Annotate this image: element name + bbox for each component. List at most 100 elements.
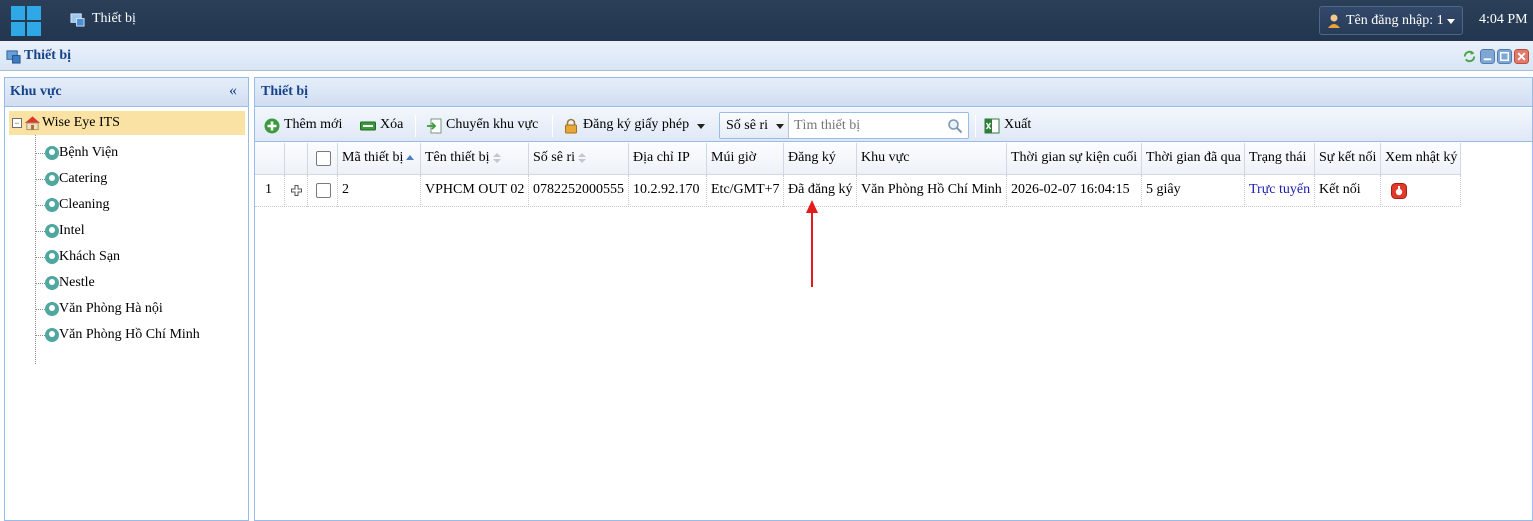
windows-logo-icon[interactable]: [11, 6, 41, 36]
tree-item-vp-ha-noi[interactable]: Văn Phòng Hà nội: [35, 297, 245, 321]
cell-timezone: Etc/GMT+7: [711, 182, 780, 197]
cell-id: 2: [342, 182, 349, 197]
col-header-id[interactable]: Mã thiết bị: [338, 143, 421, 175]
clock: 4:04 PM: [1479, 12, 1528, 27]
tree-collapse-icon[interactable]: −: [12, 118, 22, 128]
refresh-icon[interactable]: [1462, 49, 1477, 64]
tree-item-intel[interactable]: Intel: [35, 219, 245, 243]
cell-elapsed: 5 giây: [1146, 182, 1181, 197]
device-icon: [6, 50, 21, 64]
col-header-expand: [285, 143, 308, 175]
col-header-registration[interactable]: Đăng ký: [784, 143, 857, 175]
tree-item-label: Catering: [59, 171, 108, 186]
col-header-status[interactable]: Trạng thái: [1245, 143, 1315, 175]
cell-registration: Đã đăng ký: [788, 182, 853, 197]
tree-item-label: Cleaning: [59, 197, 110, 212]
sort-asc-icon: [406, 154, 415, 160]
tree-item-cleaning[interactable]: Cleaning: [35, 193, 245, 217]
export-button[interactable]: Xuất: [984, 117, 1036, 135]
tree-item-label: Nestle: [59, 275, 95, 290]
col-header-elapsed[interactable]: Thời gian đã qua: [1142, 143, 1245, 175]
lock-icon: [565, 118, 577, 134]
minimize-icon[interactable]: [1480, 49, 1495, 64]
delete-button[interactable]: Xóa: [360, 117, 408, 135]
taskbar-app-title[interactable]: Thiết bị: [92, 11, 136, 27]
col-header-timezone[interactable]: Múi giờ: [707, 143, 784, 175]
device-panel-header: Thiết bị: [255, 78, 1532, 107]
cell-serial: 0782252000555: [533, 182, 624, 197]
move-area-button[interactable]: Chuyển khu vực: [426, 117, 544, 135]
taskbar: Thiết bị Tên đăng nhập: 1 4:04 PM: [0, 0, 1533, 41]
device-toolbar: Thêm mới Xóa Chuyển khu vực Đăng ký giấy…: [255, 108, 1532, 142]
grid-header: Mã thiết bị Tên thiết bị Số sê ri Địa ch…: [255, 143, 1461, 175]
add-button[interactable]: Thêm mới: [264, 117, 348, 135]
add-icon: [264, 118, 280, 134]
table-row[interactable]: 1 2 VPHCM OUT 02 0782252000555 10.2.92.1…: [255, 175, 1461, 207]
collapse-icon[interactable]: «: [229, 82, 237, 100]
chevron-down-icon: [1447, 19, 1455, 24]
tree-item-benh-vien[interactable]: Bệnh Viện: [35, 141, 245, 165]
home-icon: [24, 116, 41, 131]
window-title: Thiết bị: [24, 48, 72, 63]
device-search-input[interactable]: [792, 116, 942, 135]
window-title-bar: Thiết bị: [0, 41, 1533, 71]
col-header-serial[interactable]: Số sê ri: [529, 143, 629, 175]
tree-item-label: Intel: [59, 223, 85, 238]
tree-item-vp-ho-chi-minh[interactable]: Văn Phòng Hồ Chí Minh: [35, 323, 245, 347]
user-menu[interactable]: Tên đăng nhập: 1: [1319, 6, 1463, 35]
user-label: Tên đăng nhập: 1: [1346, 13, 1444, 28]
col-header-log[interactable]: Xem nhật ký: [1381, 143, 1461, 175]
tree-root-label: Wise Eye ITS: [42, 115, 120, 130]
expand-row-icon[interactable]: [291, 185, 302, 196]
col-header-area[interactable]: Khu vực: [857, 143, 1007, 175]
location-pin-icon: [45, 302, 59, 316]
delete-icon: [360, 121, 376, 131]
device-icon: [70, 13, 85, 27]
tree-item-catering[interactable]: Catering: [35, 167, 245, 191]
cell-status[interactable]: Trực tuyến: [1249, 182, 1310, 198]
col-header-last-event[interactable]: Thời gian sự kiện cuối: [1007, 143, 1142, 175]
location-pin-icon: [45, 146, 59, 160]
select-all-checkbox[interactable]: [316, 151, 331, 166]
move-icon: [427, 118, 442, 134]
search-field-select[interactable]: Số sê ri: [720, 113, 789, 138]
location-pin-icon: [45, 250, 59, 264]
close-icon[interactable]: [1514, 49, 1529, 64]
col-header-ip[interactable]: Địa chỉ IP: [629, 143, 707, 175]
area-panel-header: Khu vực «: [5, 78, 248, 107]
area-panel-title: Khu vực: [10, 84, 62, 99]
tree-item-nestle[interactable]: Nestle: [35, 271, 245, 295]
tree-item-label: Văn Phòng Hồ Chí Minh: [59, 327, 200, 342]
tree-item-label: Bệnh Viện: [59, 145, 119, 160]
search-icon[interactable]: [947, 118, 963, 134]
col-header-name[interactable]: Tên thiết bị: [421, 143, 529, 175]
tree-item-khach-san[interactable]: Khách Sạn: [35, 245, 245, 269]
col-header-index: [255, 143, 285, 175]
location-pin-icon: [45, 198, 59, 212]
export-icon: [984, 118, 1000, 134]
tree-item-label: Văn Phòng Hà nội: [59, 301, 163, 316]
chevron-down-icon: [776, 124, 784, 129]
col-header-connection[interactable]: Sự kết nối: [1315, 143, 1381, 175]
device-panel: Thiết bị Thêm mới Xóa Chuyển khu vực Đăn…: [254, 77, 1533, 521]
device-panel-title: Thiết bị: [261, 84, 309, 99]
sort-icon: [578, 152, 586, 163]
user-icon: [1328, 14, 1340, 28]
device-search-box: Số sê ri: [719, 112, 969, 139]
restore-icon[interactable]: [1497, 49, 1512, 64]
cell-ip: 10.2.92.170: [633, 182, 700, 197]
location-pin-icon: [45, 172, 59, 186]
col-header-select: [308, 143, 338, 175]
tree-root-node[interactable]: − Wise Eye ITS: [9, 111, 245, 135]
sort-icon: [492, 152, 501, 163]
cell-last-event: 2026-02-07 16:04:15: [1011, 182, 1130, 197]
row-checkbox[interactable]: [316, 183, 331, 198]
annotation-arrow-icon: [806, 200, 818, 287]
tree-item-label: Khách Sạn: [59, 249, 121, 264]
license-register-button[interactable]: Đăng ký giấy phép: [563, 117, 709, 135]
log-icon[interactable]: [1391, 183, 1407, 199]
location-pin-icon: [45, 224, 59, 238]
location-pin-icon: [45, 328, 59, 342]
chevron-down-icon: [697, 124, 705, 129]
cell-connection: Kết nối: [1319, 182, 1361, 197]
